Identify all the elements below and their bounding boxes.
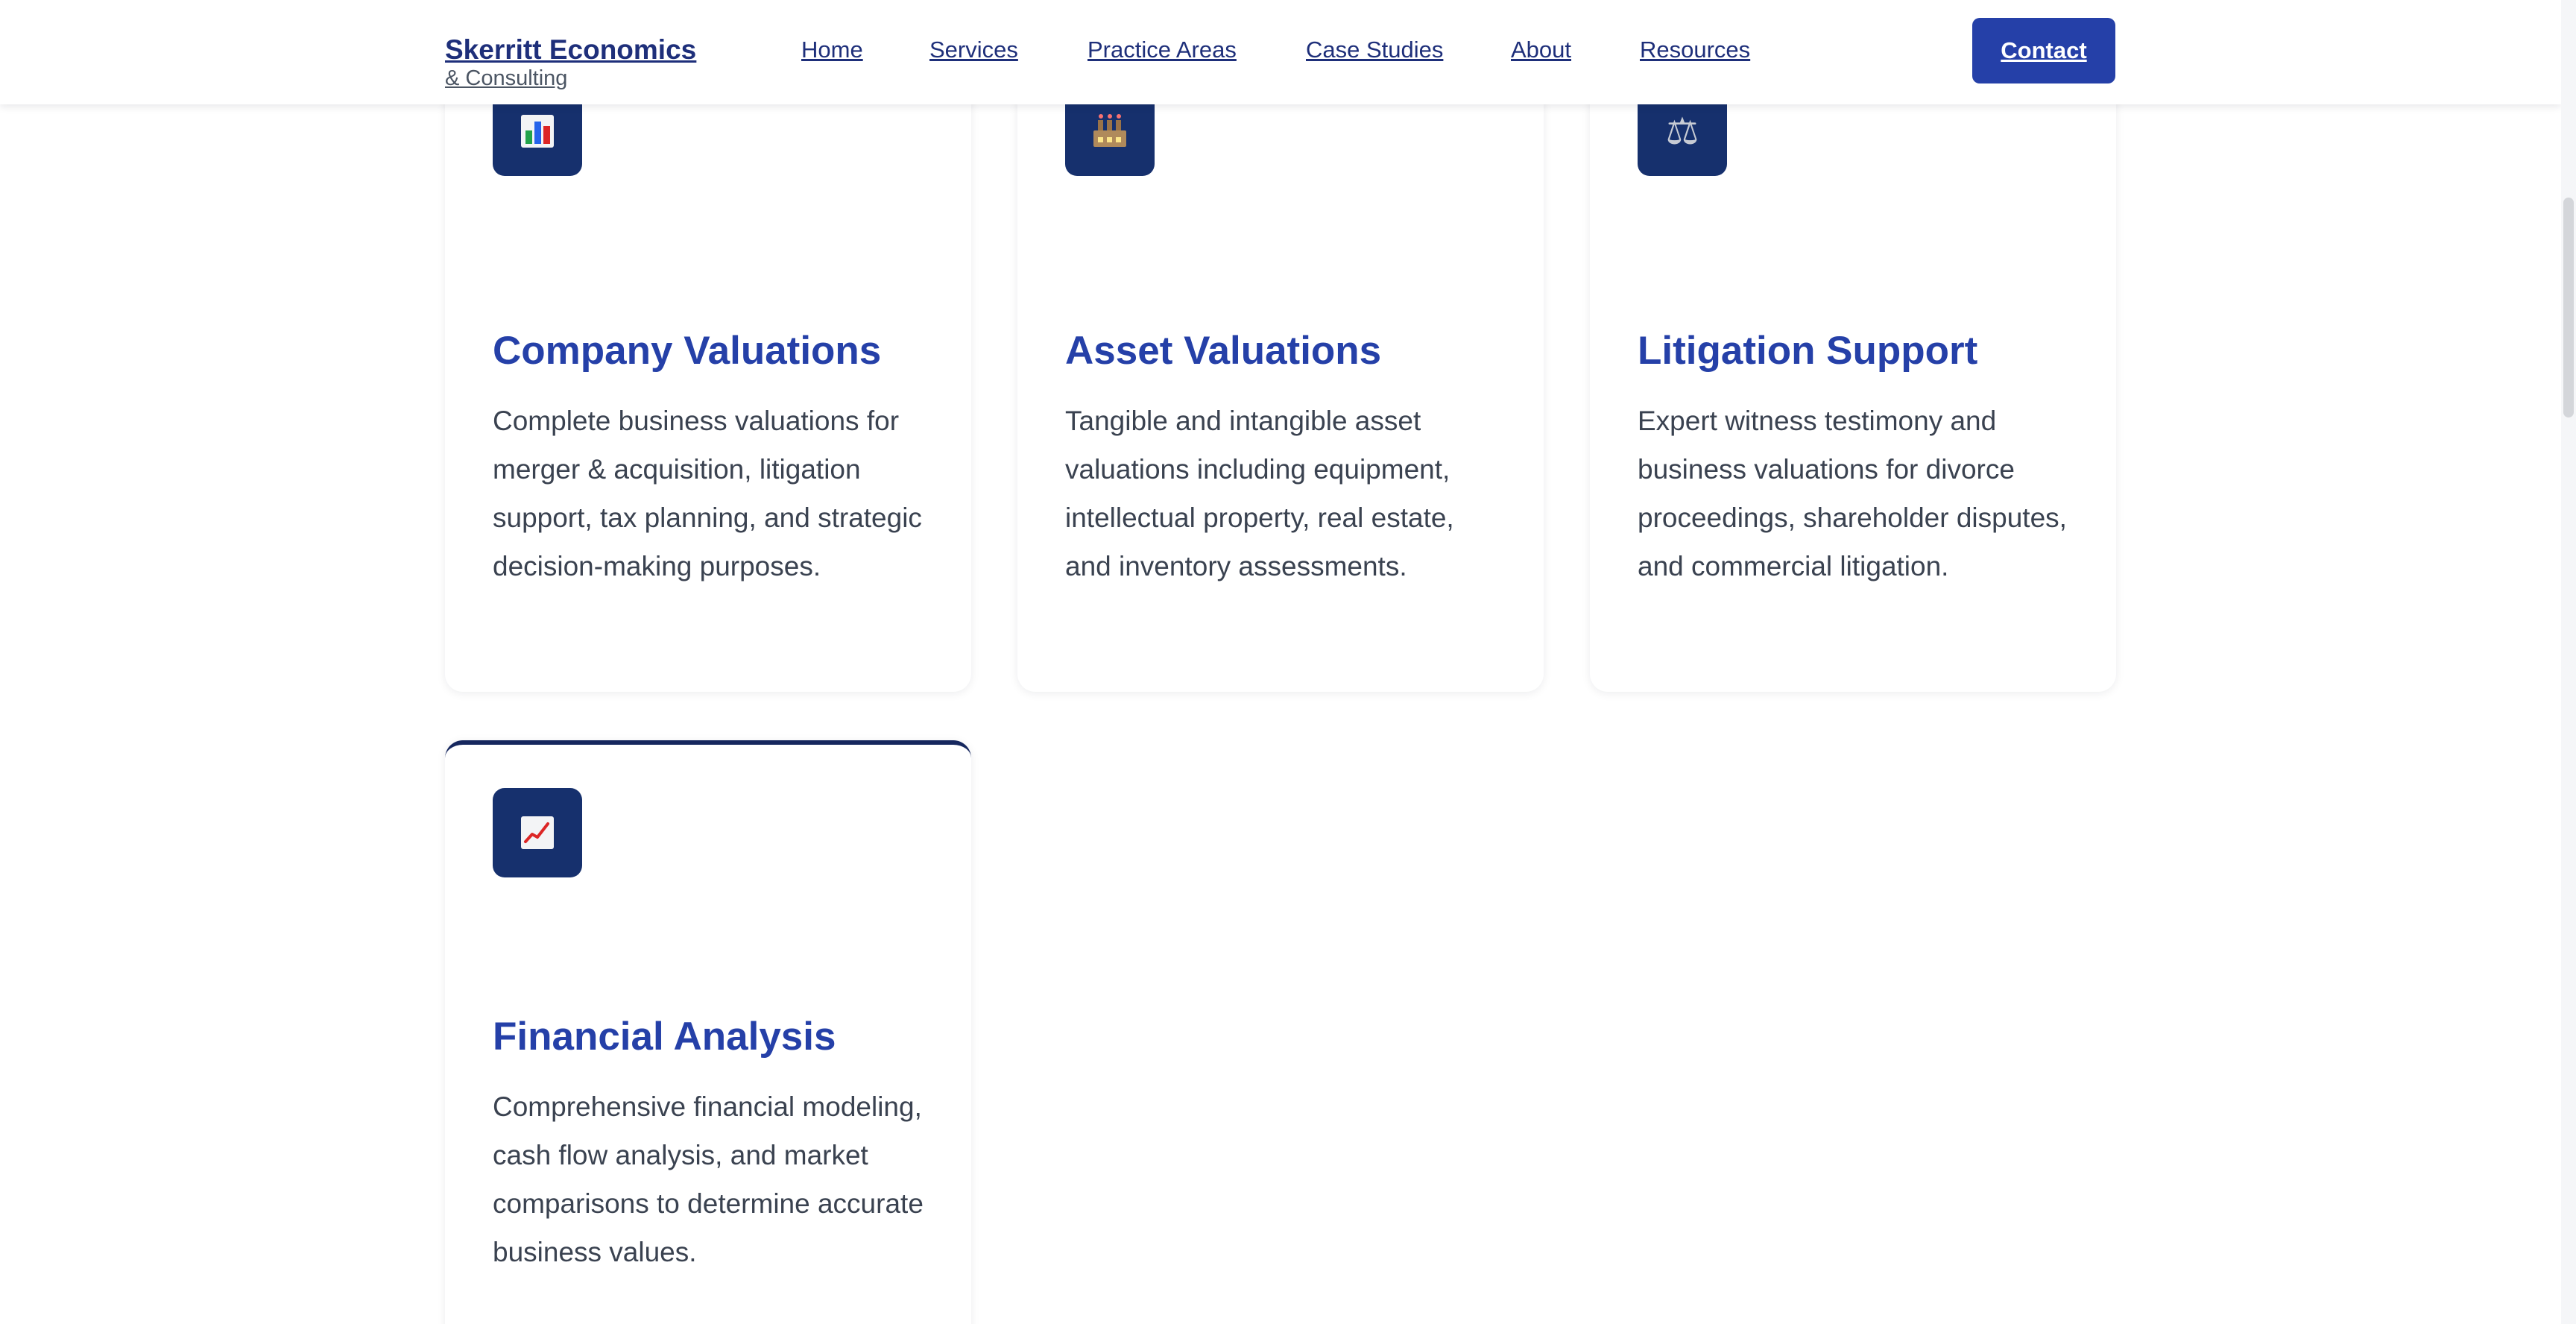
- brand-name: Skerritt Economics: [445, 34, 697, 65]
- trending-up-icon: [493, 788, 582, 877]
- nav-services[interactable]: Services: [929, 33, 1018, 67]
- page-scrollbar[interactable]: [2561, 0, 2576, 1324]
- nav-practice-areas[interactable]: Practice Areas: [1087, 33, 1237, 67]
- card-description: Expert witness testimony and business va…: [1638, 406, 2067, 581]
- service-card-litigation-support[interactable]: ⚖ Litigation Support Expert witness test…: [1590, 45, 2116, 692]
- service-card-financial-analysis[interactable]: Financial Analysis Comprehensive financi…: [445, 740, 971, 1324]
- card-description: Tangible and intangible asset valuations…: [1065, 406, 1454, 581]
- card-description: Complete business valuations for merger …: [493, 406, 922, 581]
- card-description: Comprehensive financial modeling, cash f…: [493, 1091, 924, 1267]
- page: Skerritt Economics & Consulting Home Ser…: [0, 0, 2576, 1324]
- contact-button[interactable]: Contact: [1972, 18, 2115, 83]
- service-card-company-valuations[interactable]: Company Valuations Complete business val…: [445, 45, 971, 692]
- card-title: Company Valuations: [493, 329, 882, 373]
- card-title: Litigation Support: [1638, 329, 1978, 373]
- nav-home[interactable]: Home: [801, 33, 863, 67]
- nav-resources[interactable]: Resources: [1640, 33, 1750, 67]
- service-card-asset-valuations[interactable]: Asset Valuations Tangible and intangible…: [1017, 45, 1544, 692]
- nav-case-studies[interactable]: Case Studies: [1306, 33, 1443, 67]
- card-title: Financial Analysis: [493, 1015, 836, 1059]
- scrollbar-thumb[interactable]: [2563, 198, 2574, 417]
- brand-tagline: & Consulting: [445, 66, 568, 90]
- nav-about[interactable]: About: [1511, 33, 1571, 67]
- site-header: Skerritt Economics & Consulting Home Ser…: [0, 0, 2561, 104]
- brand-logo-link[interactable]: Skerritt Economics & Consulting: [445, 33, 696, 89]
- card-title: Asset Valuations: [1065, 329, 1382, 373]
